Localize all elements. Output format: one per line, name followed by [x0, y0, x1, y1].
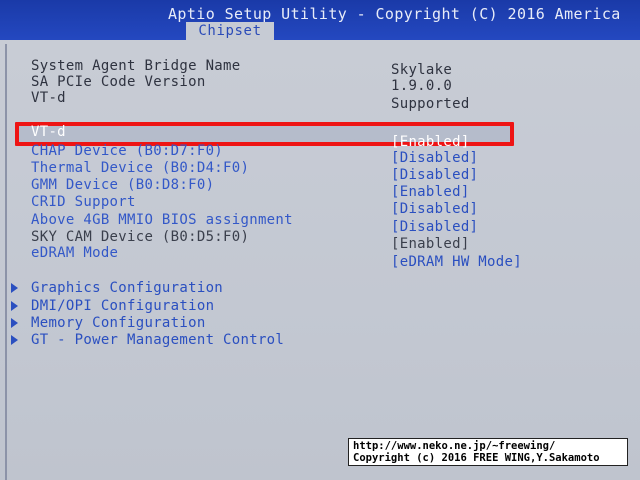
- submenu-label: Memory Configuration: [31, 315, 206, 331]
- info-label: SA PCIe Code Version: [31, 74, 206, 90]
- submenu-label: GT - Power Management Control: [31, 332, 285, 348]
- setting-label: CRID Support: [31, 194, 136, 210]
- panel-frame-left: [5, 44, 7, 480]
- arrow-right-icon: [11, 283, 18, 293]
- watermark-box: http://www.neko.ne.jp/~freewing/ Copyrig…: [348, 438, 628, 466]
- setting-value-edram[interactable]: [eDRAM HW Mode]: [391, 254, 522, 271]
- setting-label: VT-d: [31, 124, 66, 140]
- submenu-label: DMI/OPI Configuration: [31, 298, 215, 314]
- watermark-copyright: Copyright (c) 2016 FREE WING,Y.Sakamoto: [353, 452, 600, 464]
- setting-row-vtd[interactable]: VT-d [Enabled]: [0, 124, 640, 150]
- title-bar: Aptio Setup Utility - Copyright (C) 2016…: [0, 0, 640, 40]
- setting-row-crid-support[interactable]: CRID Support [Disabled]: [0, 194, 640, 217]
- info-row-sa-pcie: SA PCIe Code Version 1.9.0.0: [0, 74, 640, 94]
- submenu-memory-configuration[interactable]: Memory Configuration: [0, 315, 640, 332]
- setting-row-gmm-device[interactable]: GMM Device (B0:D8:F0) [Enabled]: [0, 177, 640, 200]
- setting-label: eDRAM Mode: [31, 245, 119, 261]
- setting-row-sky-cam: SKY CAM Device (B0:D5:F0) [Enabled]: [0, 229, 640, 252]
- info-value: Supported: [391, 96, 470, 112]
- info-row-vtd-support: VT-d Supported: [0, 90, 640, 112]
- setting-row-above-4gb-mmio[interactable]: Above 4GB MMIO BIOS assignment [Disabled…: [0, 212, 640, 235]
- submenu-label: Graphics Configuration: [31, 280, 224, 296]
- info-row-system-agent: System Agent Bridge Name Skylake: [0, 58, 640, 78]
- arrow-right-icon: [11, 335, 18, 345]
- setting-row-chap-device[interactable]: CHAP Device (B0:D7:F0) [Disabled]: [0, 143, 640, 166]
- submenu-dmi-opi-configuration[interactable]: DMI/OPI Configuration: [0, 298, 640, 315]
- setting-row-thermal-device[interactable]: Thermal Device (B0:D4:F0) [Disabled]: [0, 160, 640, 183]
- arrow-right-icon: [11, 301, 18, 311]
- arrow-right-icon: [11, 318, 18, 328]
- setting-row-edram-mode[interactable]: eDRAM Mode [eDRAM HW Mode]: [0, 245, 640, 270]
- info-label: System Agent Bridge Name: [31, 58, 241, 74]
- tab-chipset[interactable]: Chipset: [186, 22, 274, 40]
- submenu-graphics-configuration[interactable]: Graphics Configuration: [0, 280, 640, 297]
- setting-label: SKY CAM Device (B0:D5:F0): [31, 229, 250, 245]
- setting-label: CHAP Device (B0:D7:F0): [31, 143, 224, 159]
- watermark-url: http://www.neko.ne.jp/~freewing/: [353, 440, 556, 452]
- submenu-gt-power-management[interactable]: GT - Power Management Control: [0, 332, 640, 349]
- info-label: VT-d: [31, 90, 66, 106]
- setting-label: Above 4GB MMIO BIOS assignment: [31, 212, 293, 228]
- app-title: Aptio Setup Utility - Copyright (C) 2016…: [168, 5, 621, 23]
- setting-label: Thermal Device (B0:D4:F0): [31, 160, 250, 176]
- setting-label: GMM Device (B0:D8:F0): [31, 177, 215, 193]
